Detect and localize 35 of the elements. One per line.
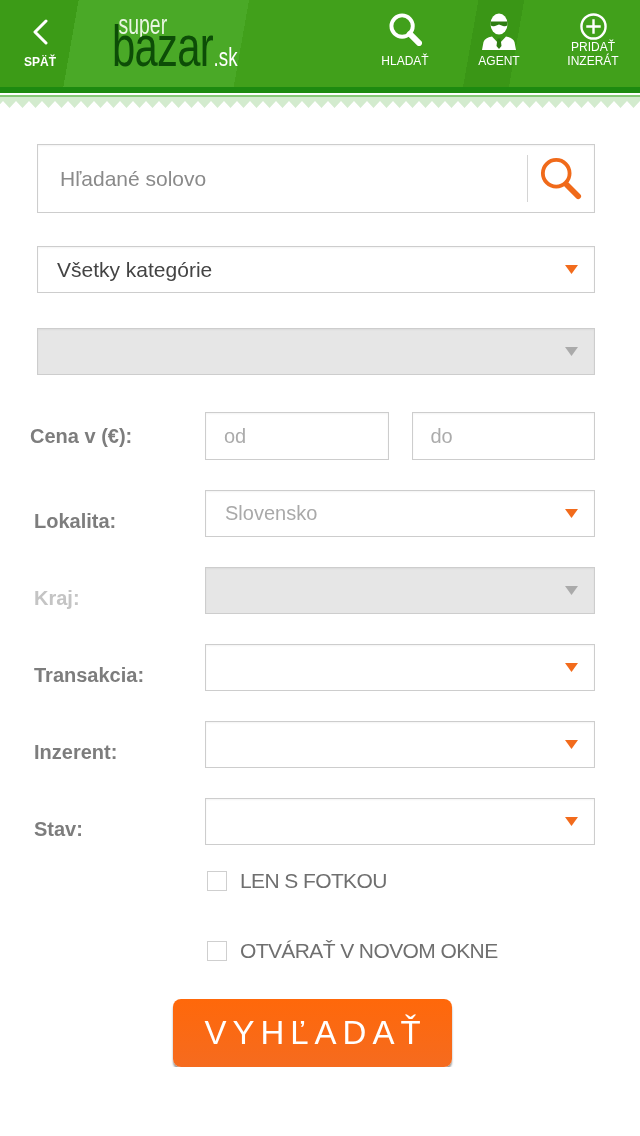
caret-icon (565, 663, 578, 672)
field-label: Inzerent: (34, 741, 118, 764)
select-field[interactable]: Slovensko (205, 490, 595, 537)
field-label: Lokalita: (34, 510, 117, 533)
select-field[interactable] (205, 721, 595, 768)
range-from-field[interactable]: od (205, 412, 389, 460)
select-field[interactable]: Všetky kategórie (37, 246, 595, 293)
search-field[interactable]: Hľadané solovo (37, 144, 595, 213)
field-label: Cena v (€): (30, 424, 133, 448)
caret-icon (565, 740, 578, 749)
field-label: Kraj: (34, 587, 80, 610)
caret-icon (565, 586, 578, 595)
search-icon (540, 156, 582, 201)
header-action-button[interactable]: PRIDAŤ INZERÁT (560, 13, 626, 68)
checkbox[interactable] (207, 871, 227, 891)
header-action-button[interactable]: HLADAŤ (372, 13, 438, 68)
select-field[interactable] (205, 798, 595, 845)
select-field[interactable] (205, 644, 595, 691)
range-to-field[interactable]: do (411, 412, 595, 460)
checkbox[interactable] (207, 941, 227, 961)
caret-icon (565, 265, 578, 274)
plus-circle-icon (579, 13, 607, 40)
caret-icon (565, 817, 578, 826)
checkbox-label: OTVÁRAŤ V NOVOM OKNE (240, 939, 498, 963)
checkbox-label: LEN S FOTKOU (240, 869, 387, 893)
search-submit-button[interactable]: VYHĽADAŤ (173, 999, 452, 1067)
header-action-button[interactable]: AGENT (466, 13, 532, 68)
person-sunglasses-icon (481, 13, 517, 50)
caret-icon (565, 347, 578, 356)
back-button[interactable]: SPÄŤ (20, 19, 60, 69)
field-label: Stav: (34, 818, 83, 841)
chevron-left-icon (32, 19, 48, 45)
search-icon (388, 13, 422, 46)
caret-icon (565, 509, 578, 518)
field-label: Transakcia: (34, 664, 145, 687)
